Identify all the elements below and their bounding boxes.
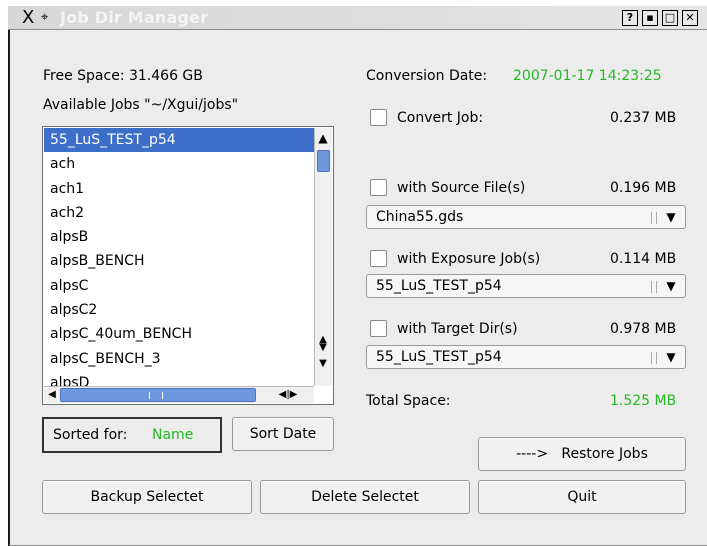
delete-selected-button[interactable]: Delete Selectet — [260, 480, 470, 514]
horizontal-scrollbar[interactable]: ◀ ◀|▶ — [44, 386, 314, 403]
convert-job-checkbox[interactable] — [370, 109, 387, 126]
horizontal-scroll-thumb[interactable] — [60, 388, 256, 402]
list-item[interactable]: alpsB — [44, 225, 314, 249]
available-jobs-label: Available Jobs "~/Xgui/jobs" — [43, 97, 239, 113]
minimize-button[interactable]: ▪ — [642, 10, 658, 26]
exposure-jobs-checkbox[interactable] — [370, 250, 387, 267]
target-dir-select[interactable]: 55_LuS_TEST_p54 ▼ — [366, 345, 686, 369]
target-dir-size: 0.978 MB — [610, 321, 677, 337]
chevron-down-icon[interactable]: ▼ — [663, 278, 679, 294]
list-item[interactable]: ach — [44, 152, 314, 176]
title-bar[interactable]: X ⌖ Job Dir Manager ? ▪ □ ✕ — [8, 6, 707, 30]
conversion-date-value: 2007-01-17 14:23:25 — [513, 68, 662, 84]
exposure-jobs-label: with Exposure Job(s) — [397, 251, 541, 267]
close-button[interactable]: ✕ — [682, 10, 698, 26]
exposure-jobs-select[interactable]: 55_LuS_TEST_p54 ▼ — [366, 274, 686, 298]
maximize-button[interactable]: □ — [662, 10, 678, 26]
restore-jobs-button[interactable]: ----> Restore Jobs — [478, 437, 686, 471]
source-files-label: with Source File(s) — [397, 180, 526, 196]
window-title: Job Dir Manager — [60, 8, 209, 27]
list-item[interactable]: alpsD — [44, 371, 314, 386]
vertical-scroll-thumb[interactable] — [317, 150, 330, 172]
source-files-selected: China55.gds — [376, 209, 464, 225]
list-item[interactable]: 55_LuS_TEST_p54 — [44, 128, 314, 153]
total-space-label: Total Space: — [366, 393, 451, 409]
sorted-for-value: Name — [152, 427, 194, 443]
scroll-left-right-arrows-icon[interactable]: ◀|▶ — [272, 387, 304, 403]
sort-date-button[interactable]: Sort Date — [232, 417, 334, 451]
target-dir-selected: 55_LuS_TEST_p54 — [376, 349, 502, 365]
list-item[interactable]: alpsC — [44, 274, 314, 298]
scroll-left-arrow-icon[interactable]: ◀ — [44, 387, 60, 403]
scroll-down-arrow-icon[interactable]: ▼ — [315, 356, 331, 372]
pin-icon[interactable]: ⌖ — [41, 6, 48, 30]
convert-job-size: 0.237 MB — [610, 110, 677, 126]
jobs-list[interactable]: 55_LuS_TEST_p54 ach ach1 ach2 alpsB alpsB_BEN… — [44, 128, 314, 386]
list-item[interactable]: ach1 — [44, 177, 314, 201]
total-space-value: 1.525 MB — [610, 393, 677, 409]
exposure-jobs-size: 0.114 MB — [610, 251, 677, 267]
free-space-label: Free Space: 31.466 GB — [43, 68, 203, 84]
quit-button[interactable]: Quit — [478, 480, 686, 514]
combo-grip-icon — [651, 352, 657, 364]
target-dir-label: with Target Dir(s) — [397, 321, 518, 337]
target-dir-checkbox[interactable] — [370, 320, 387, 337]
list-item[interactable]: alpsC2 — [44, 298, 314, 322]
chevron-down-icon[interactable]: ▼ — [663, 209, 679, 225]
list-item[interactable]: ach2 — [44, 201, 314, 225]
backup-selected-button[interactable]: Backup Selectet — [42, 480, 252, 514]
x-logo-icon: X — [22, 7, 35, 28]
vertical-scrollbar[interactable]: ▲ ▲ ▼ ▼ — [314, 128, 332, 386]
chevron-down-icon[interactable]: ▼ — [663, 349, 679, 365]
source-files-checkbox[interactable] — [370, 179, 387, 196]
source-files-size: 0.196 MB — [610, 180, 677, 196]
sort-status-box: Sorted for: Name — [42, 417, 222, 453]
list-item[interactable]: alpsC_BENCH_3 — [44, 347, 314, 371]
scroll-up-arrow-icon-bottom[interactable]: ▲ ▼ — [315, 335, 331, 353]
scroll-up-arrow-icon[interactable]: ▲ — [315, 130, 331, 146]
convert-job-label: Convert Job: — [397, 110, 484, 126]
sorted-for-label: Sorted for: — [53, 427, 128, 443]
list-item[interactable]: alpsC_40um_BENCH — [44, 322, 314, 346]
jobs-listbox[interactable]: 55_LuS_TEST_p54 ach ach1 ach2 alpsB alpsB_BEN… — [42, 126, 334, 405]
source-files-select[interactable]: China55.gds ▼ — [366, 205, 686, 229]
combo-grip-icon — [651, 281, 657, 293]
help-button[interactable]: ? — [622, 10, 638, 26]
list-item[interactable]: alpsB_BENCH — [44, 249, 314, 273]
exposure-jobs-selected: 55_LuS_TEST_p54 — [376, 278, 502, 294]
scroll-grip-icon — [149, 392, 163, 399]
conversion-date-label: Conversion Date: — [366, 68, 488, 84]
combo-grip-icon — [651, 212, 657, 224]
